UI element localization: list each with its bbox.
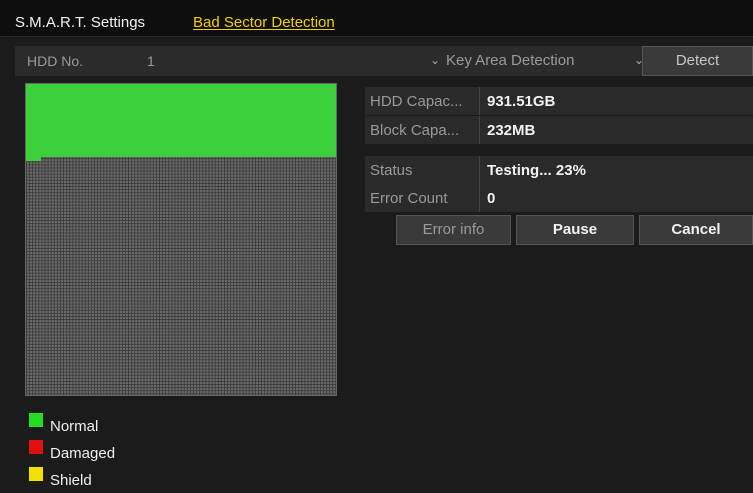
- info-row-error-count: Error Count 0: [365, 184, 753, 212]
- legend-swatch-damaged: [29, 440, 43, 454]
- status-value: Testing... 23%: [487, 162, 586, 179]
- tab-bad-sector-detection[interactable]: Bad Sector Detection: [193, 14, 335, 31]
- error-info-button[interactable]: Error info: [396, 215, 511, 245]
- legend-swatch-normal: [29, 413, 43, 427]
- divider: [479, 116, 480, 144]
- sector-map: [25, 83, 337, 396]
- block-capacity-label: Block Capa...: [370, 122, 460, 139]
- tab-divider: [0, 36, 753, 37]
- tab-bar: S.M.A.R.T. Settings Bad Sector Detection: [0, 0, 753, 37]
- hdd-number-label: HDD No.: [27, 53, 84, 69]
- legend-swatch-shield: [29, 467, 43, 481]
- legend-label: Shield: [50, 472, 92, 489]
- info-row-capacity: HDD Capac... 931.51GB: [365, 87, 753, 115]
- divider: [479, 184, 480, 212]
- detection-mode-select[interactable]: ⌄ Key Area Detection ⌄: [410, 46, 654, 76]
- sector-map-normal-tail: [26, 157, 41, 161]
- detect-button[interactable]: Detect: [642, 46, 753, 76]
- legend-label: Damaged: [50, 445, 116, 462]
- info-row-block: Block Capa... 232MB: [365, 116, 753, 144]
- error-count-label: Error Count: [370, 190, 448, 207]
- hdd-capacity-value: 931.51GB: [487, 93, 556, 110]
- tab-smart-settings[interactable]: S.M.A.R.T. Settings: [15, 14, 145, 31]
- detection-mode-value: Key Area Detection: [446, 52, 575, 69]
- status-label: Status: [370, 162, 413, 179]
- block-capacity-value: 232MB: [487, 122, 536, 139]
- divider: [479, 87, 480, 115]
- pause-button[interactable]: Pause: [516, 215, 634, 245]
- legend-label: Normal: [50, 418, 99, 435]
- hdd-number-select[interactable]: 1: [147, 53, 155, 69]
- error-count-value: 0: [487, 190, 496, 207]
- hdd-capacity-label: HDD Capac...: [370, 93, 463, 110]
- chevron-down-icon: ⌄: [430, 53, 441, 67]
- sector-map-normal-area: [26, 84, 336, 157]
- divider: [479, 156, 480, 184]
- info-row-status: Status Testing... 23%: [365, 156, 753, 184]
- cancel-button[interactable]: Cancel: [639, 215, 753, 245]
